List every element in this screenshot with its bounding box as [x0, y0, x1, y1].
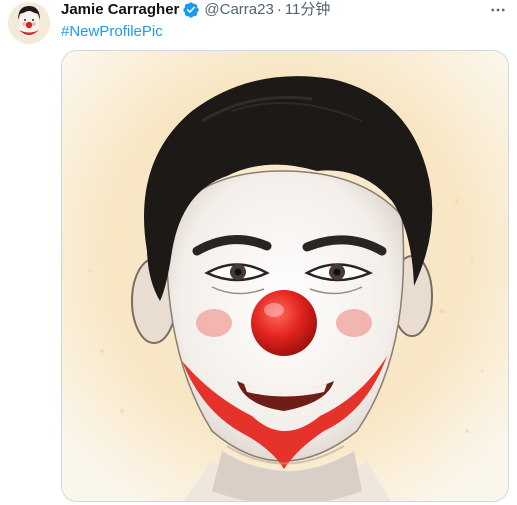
more-options-icon[interactable] — [489, 0, 507, 20]
clown-face-illustration — [62, 51, 508, 501]
tweet-timestamp[interactable]: 11分钟 — [285, 0, 331, 20]
author-display-name[interactable]: Jamie Carragher — [61, 0, 179, 20]
tweet[interactable]: Jamie Carragher @Carra23 · 11分钟 #NewProf… — [0, 0, 517, 505]
author-handle[interactable]: @Carra23 — [204, 0, 273, 20]
tweet-hashtag-link[interactable]: #NewProfilePic — [61, 22, 163, 42]
tweet-body: Jamie Carragher @Carra23 · 11分钟 #NewProf… — [61, 0, 517, 42]
tweet-header: Jamie Carragher @Carra23 · 11分钟 — [61, 0, 517, 20]
avatar[interactable] — [8, 2, 50, 44]
header-separator: · — [276, 1, 282, 18]
avatar-image — [8, 2, 50, 44]
tweet-media-image[interactable] — [61, 50, 509, 502]
verified-badge-icon[interactable] — [182, 1, 200, 19]
